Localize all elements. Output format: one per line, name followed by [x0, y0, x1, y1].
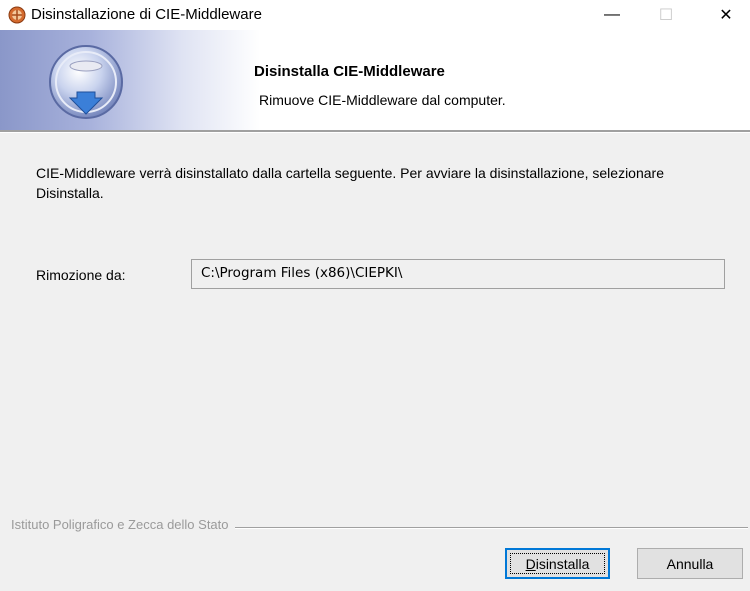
- minimize-button[interactable]: —: [589, 0, 635, 30]
- banner-gradient: [0, 30, 260, 130]
- branding-text: Istituto Poligrafico e Zecca dello Stato: [11, 517, 235, 532]
- install-path-field: C:\Program Files (x86)\CIEPKI\: [191, 259, 725, 289]
- uninstall-from-label: Rimozione da:: [36, 267, 126, 283]
- uninstall-button[interactable]: Disinstalla: [505, 548, 610, 579]
- app-icon: [8, 6, 26, 24]
- instruction-text: CIE-Middleware verrà disinstallato dalla…: [36, 165, 664, 201]
- uninstall-disc-icon: [46, 32, 126, 128]
- banner-divider: [0, 130, 750, 133]
- focus-rect: [510, 553, 605, 574]
- window-title: Disinstallazione di CIE-Middleware: [31, 6, 262, 23]
- banner-title: Disinstalla CIE-Middleware: [254, 63, 445, 80]
- maximize-button[interactable]: ☐: [643, 0, 689, 30]
- header-banner: Disinstalla CIE-Middleware Rimuove CIE-M…: [0, 30, 750, 130]
- title-bar[interactable]: Disinstallazione di CIE-Middleware — ☐ ✕: [0, 0, 750, 30]
- cancel-button[interactable]: Annulla: [637, 548, 743, 579]
- close-button[interactable]: ✕: [703, 0, 749, 30]
- banner-subtitle: Rimuove CIE-Middleware dal computer.: [259, 92, 506, 108]
